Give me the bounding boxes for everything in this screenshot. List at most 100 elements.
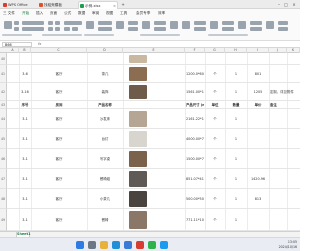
cell-size[interactable]: 1500.00*750.00*700.0 (186, 149, 204, 168)
qq-icon[interactable] (160, 241, 168, 249)
ribbon-tool-icon[interactable] (154, 21, 166, 25)
cell-c[interactable]: 茶几 (88, 65, 122, 82)
ribbon-tool-icon[interactable] (194, 21, 206, 25)
menu-item-6[interactable]: 审阅 (92, 9, 99, 18)
ribbon-tool-icon[interactable] (72, 27, 78, 31)
cell-b[interactable]: 客厅 (32, 149, 86, 168)
cell-qty[interactable]: 1 (226, 209, 246, 230)
menu-item-2[interactable]: 插入 (36, 9, 43, 18)
store-icon[interactable] (124, 241, 132, 249)
cell-c[interactable]: 写字桌 (88, 149, 122, 168)
start-icon[interactable] (76, 241, 84, 249)
tab-spreadsheet[interactable]: 示例.xlsx × (78, 1, 118, 9)
cell-b[interactable]: 房间 (32, 101, 86, 108)
product-photo[interactable] (129, 111, 147, 127)
product-photo[interactable] (129, 151, 147, 167)
cell-a[interactable]: 3-1 (20, 109, 30, 128)
tab-template[interactable]: 找稻壳模板 (38, 1, 74, 9)
table-row[interactable] (7, 53, 300, 65)
ribbon-tool-icon[interactable] (266, 21, 274, 29)
ribbon-tool-icon[interactable] (222, 27, 234, 31)
minimize-icon[interactable]: – (276, 1, 282, 8)
ribbon-tool-icon[interactable] (116, 21, 124, 29)
ribbon-tool-icon[interactable] (238, 21, 246, 29)
new-tab-icon[interactable]: + (120, 1, 126, 8)
ribbon-tool-icon[interactable] (4, 21, 12, 29)
cell-price[interactable]: 1420.96 (248, 169, 268, 188)
cell-note[interactable] (270, 109, 299, 128)
row-header[interactable]: 42 (0, 83, 7, 101)
cell-b[interactable]: 客厅 (32, 83, 86, 100)
cell-size[interactable] (186, 53, 204, 64)
table-row[interactable]: 3-1客厅沙发床 2161.22*1720.00*810.0个1 (7, 109, 300, 129)
cell-size[interactable]: 851.07*417.98*1211.70 (186, 169, 204, 188)
menu-item-7[interactable]: 视图 (106, 9, 113, 18)
table-row[interactable]: 3-1客厅餐椅组 851.07*417.98*1211.70个11420.96 (7, 169, 300, 189)
ribbon-tool-icon[interactable] (55, 27, 60, 31)
cell-a[interactable]: 序号 (20, 101, 30, 108)
cell-note[interactable] (270, 209, 299, 230)
cell-price[interactable] (248, 109, 268, 128)
cell-note[interactable] (270, 149, 299, 168)
ribbon-tool-icon[interactable] (14, 27, 19, 31)
row-header[interactable]: 43 (0, 101, 7, 109)
cell-c[interactable] (88, 53, 122, 64)
edge-icon[interactable] (112, 241, 120, 249)
ribbon-tool-icon[interactable] (64, 21, 82, 25)
cell-size[interactable]: 2161.22*1720.00*810.0 (186, 109, 204, 128)
row-header[interactable]: 40 (0, 53, 7, 65)
cell-qty[interactable]: 1 (226, 65, 246, 82)
cell-b[interactable]: 客厅 (32, 129, 86, 148)
ribbon-tool-icon[interactable] (48, 21, 53, 25)
cell-price[interactable]: 单价 (248, 101, 268, 108)
ribbon-tool-icon[interactable] (86, 21, 94, 29)
cell-unit[interactable]: 个 (206, 209, 224, 230)
ribbon-tool-icon[interactable] (210, 21, 218, 29)
cell-c[interactable]: 沙发床 (88, 109, 122, 128)
cell-qty[interactable]: 1 (226, 169, 246, 188)
cell-price[interactable] (248, 149, 268, 168)
cell-unit[interactable]: 个 (206, 149, 224, 168)
table-row[interactable]: 3-1客厅小茶几 500.00*500.00*500.0个1813 (7, 189, 300, 209)
ribbon-tool-icon[interactable] (182, 21, 190, 29)
cell-price[interactable] (248, 209, 268, 230)
cell-note[interactable] (270, 53, 299, 64)
file-explorer-icon[interactable] (100, 241, 108, 249)
cell-c[interactable]: 餐椅组 (88, 169, 122, 188)
menu-item-4[interactable]: 公式 (64, 9, 71, 18)
cell-unit[interactable]: 个 (206, 169, 224, 188)
cell-size[interactable]: 4000.00*750.00*2000.0 (186, 129, 204, 148)
spreadsheet-grid[interactable]: 40413-6客厅茶几1200.0*600.0*450.0个1801423-16… (0, 53, 300, 231)
cell-unit[interactable]: 个 (206, 129, 224, 148)
cell-size[interactable]: 1561.00*1572.11*0.75 (186, 83, 204, 100)
ribbon-tool-icon[interactable] (170, 21, 178, 29)
cell-b[interactable]: 客厅 (32, 65, 86, 82)
name-box[interactable]: B66 (2, 42, 32, 47)
product-photo[interactable] (129, 85, 147, 99)
cell-note[interactable]: 定制，详见附件 (270, 83, 299, 100)
cell-qty[interactable]: 1 (226, 83, 246, 100)
ribbon-tool-icon[interactable] (98, 21, 112, 25)
product-photo[interactable] (129, 131, 147, 147)
cell-unit[interactable]: 单位 (206, 101, 224, 108)
cell-b[interactable]: 客厅 (32, 189, 86, 208)
cell-price[interactable] (248, 53, 268, 64)
wps-icon[interactable] (136, 241, 144, 249)
cell-c[interactable]: 装饰 (88, 83, 122, 100)
cell-price[interactable] (248, 129, 268, 148)
ribbon-tool-icon[interactable] (250, 21, 262, 25)
cell-a[interactable] (20, 53, 30, 64)
cell-b[interactable]: 客厅 (32, 109, 86, 128)
cell-c[interactable]: 小茶几 (88, 189, 122, 208)
cell-unit[interactable] (206, 53, 224, 64)
ribbon-tool-icon[interactable] (128, 27, 138, 31)
ribbon-tool-icon[interactable] (55, 21, 60, 25)
row-header[interactable]: 46 (0, 149, 7, 169)
cell-qty[interactable]: 1 (226, 189, 246, 208)
cell-note[interactable] (270, 65, 299, 82)
cell-a[interactable]: 3-1 (20, 209, 30, 230)
cell-note[interactable] (270, 189, 299, 208)
ribbon-tool-icon[interactable] (222, 21, 234, 25)
cell-b[interactable]: 客厅 (32, 169, 86, 188)
menu-item-10[interactable]: 效率 (158, 9, 165, 18)
